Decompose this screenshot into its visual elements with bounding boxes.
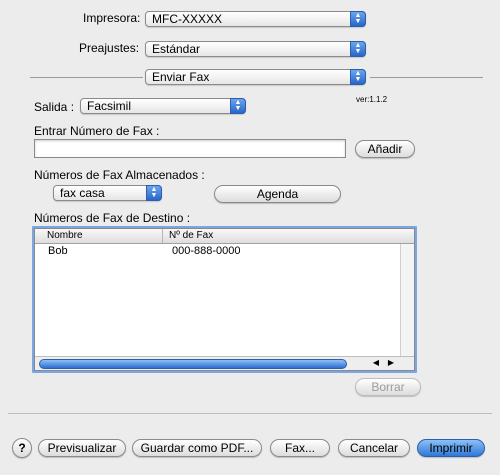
- vertical-scrollbar[interactable]: [400, 244, 414, 357]
- save-pdf-button[interactable]: Guardar como PDF...: [132, 439, 262, 457]
- printer-select[interactable]: MFC-XXXXX ▲ ▼: [145, 11, 366, 27]
- destination-label: Números de Fax de Destino :: [34, 211, 191, 225]
- printer-label: Impresora:: [83, 11, 141, 25]
- divider-right: [370, 77, 483, 78]
- agenda-button[interactable]: Agenda: [214, 185, 341, 203]
- stored-numbers-value: fax casa: [60, 186, 105, 200]
- fax-number-input[interactable]: [34, 139, 346, 158]
- print-button[interactable]: Imprimir: [417, 439, 485, 457]
- panel-select-value: Enviar Fax: [152, 70, 210, 84]
- scroll-left-icon[interactable]: ◀: [369, 358, 383, 368]
- updown-arrows-icon: ▲ ▼: [146, 185, 162, 201]
- fax-number-value: [35, 141, 38, 155]
- output-value: Facsimil: [87, 99, 131, 113]
- panel-select[interactable]: Enviar Fax ▲ ▼: [145, 69, 366, 85]
- updown-arrows-icon: ▲ ▼: [350, 11, 366, 27]
- row-fax-cell: 000-888-0000: [172, 245, 241, 257]
- column-header-fax[interactable]: Nº de Fax: [163, 229, 401, 243]
- scrollbar-thumb[interactable]: [39, 359, 347, 369]
- row-name-cell: Bob: [48, 245, 68, 257]
- table-header: Nombre Nº de Fax: [35, 229, 414, 244]
- column-header-name[interactable]: Nombre: [41, 229, 163, 243]
- presets-label: Preajustes:: [79, 41, 140, 55]
- printer-value: MFC-XXXXX: [152, 12, 223, 26]
- preview-button[interactable]: Previsualizar: [38, 439, 126, 457]
- help-icon[interactable]: ?: [12, 438, 32, 458]
- divider-left: [30, 77, 143, 78]
- fax-button[interactable]: Fax...: [270, 439, 330, 457]
- stored-numbers-select[interactable]: fax casa ▲ ▼: [53, 185, 162, 201]
- destination-table[interactable]: Nombre Nº de Fax Bob 000-888-0000 ◀ ▶: [34, 228, 415, 371]
- presets-value: Estándar: [152, 42, 201, 56]
- scroll-right-icon[interactable]: ▶: [384, 358, 398, 368]
- stored-numbers-label: Números de Fax Almacenados :: [34, 168, 205, 182]
- bottom-divider: [8, 413, 492, 414]
- table-row[interactable]: Bob 000-888-0000: [35, 245, 402, 259]
- delete-button[interactable]: Borrar: [355, 378, 421, 396]
- updown-arrows-icon: ▲ ▼: [230, 98, 246, 114]
- cancel-button[interactable]: Cancelar: [338, 439, 410, 457]
- enter-fax-label: Entrar Número de Fax :: [34, 124, 160, 138]
- updown-arrows-icon: ▲ ▼: [350, 69, 366, 85]
- add-button[interactable]: Añadir: [355, 140, 415, 158]
- output-label: Salida :: [34, 100, 75, 114]
- output-select[interactable]: Facsimil ▲ ▼: [80, 98, 246, 114]
- version-label: ver:1.1.2: [356, 95, 388, 104]
- presets-select[interactable]: Estándar ▲ ▼: [145, 41, 366, 57]
- updown-arrows-icon: ▲ ▼: [350, 41, 366, 57]
- horizontal-scrollbar[interactable]: ◀ ▶: [35, 356, 414, 370]
